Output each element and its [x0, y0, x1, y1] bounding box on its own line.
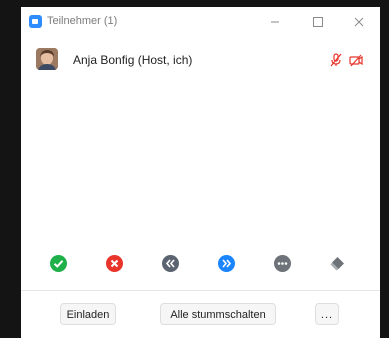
avatar-photo-icon [36, 48, 58, 70]
more-options-button[interactable]: ... [315, 303, 339, 325]
close-icon [354, 17, 364, 27]
yes-button[interactable] [50, 255, 67, 272]
microphone-muted-icon[interactable] [328, 52, 344, 68]
minimize-icon [271, 21, 279, 23]
participant-name: Anja Bonfig (Host, ich) [73, 53, 193, 67]
nonverbal-feedback-bar [21, 255, 380, 279]
clear-all-button[interactable] [329, 255, 346, 272]
video-off-icon[interactable] [348, 52, 364, 68]
title-bar: Teilnehmer (1) [21, 7, 380, 37]
maximize-icon [313, 17, 323, 27]
footer-divider [21, 290, 380, 291]
window-title: Teilnehmer (1) [47, 15, 118, 27]
clear-all-icon [330, 257, 344, 271]
no-icon [110, 259, 119, 268]
mute-all-button[interactable]: Alle stummschalten [160, 303, 276, 325]
screen-background: Teilnehmer (1) Anja Bonfig (Host, ich) E… [0, 0, 389, 338]
no-button[interactable] [106, 255, 123, 272]
more-icon [277, 262, 288, 265]
go-faster-icon [222, 259, 232, 268]
minimize-button[interactable] [265, 13, 285, 31]
go-faster-button[interactable] [218, 255, 235, 272]
go-slower-button[interactable] [162, 255, 179, 272]
more-reactions-button[interactable] [274, 255, 291, 272]
maximize-button[interactable] [308, 13, 328, 31]
invite-button[interactable]: Einladen [60, 303, 116, 325]
avatar [36, 48, 58, 70]
zoom-app-icon [29, 15, 42, 28]
go-slower-icon [165, 259, 175, 268]
yes-icon [53, 260, 64, 268]
participant-row[interactable]: Anja Bonfig (Host, ich) [21, 45, 380, 75]
participants-window: Teilnehmer (1) Anja Bonfig (Host, ich) E… [21, 7, 380, 338]
close-button[interactable] [349, 13, 369, 31]
